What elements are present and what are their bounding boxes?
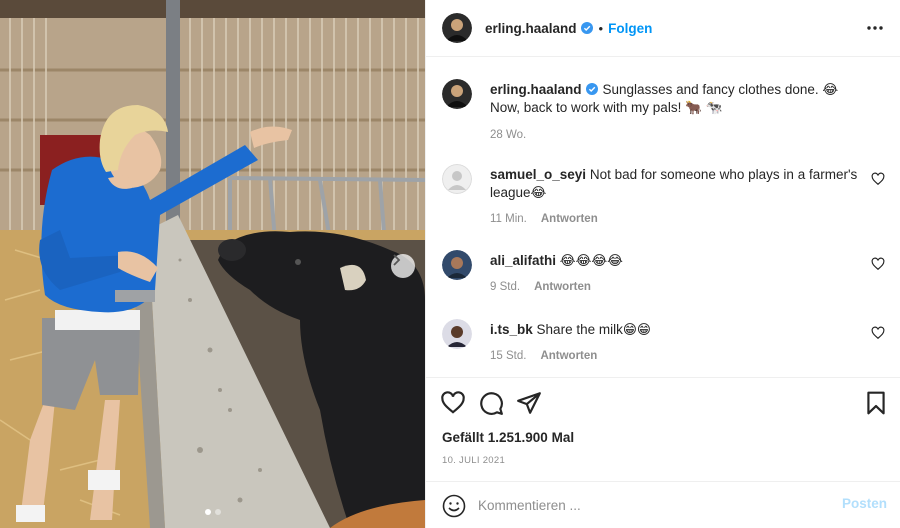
post-comment-button[interactable]: Posten	[842, 496, 887, 511]
comment-time[interactable]: 15 Std.	[490, 350, 526, 362]
comments-section[interactable]: erling.haaland Sunglasses and fancy cloth…	[426, 57, 900, 377]
reply-button[interactable]: Antworten	[534, 281, 591, 293]
comment-username[interactable]: ali_alifathi	[490, 253, 556, 268]
carousel-dot	[214, 509, 221, 515]
comment-username[interactable]: samuel_o_seyi	[490, 167, 586, 182]
comment-item: i.ts_bk Share the milk😁😁 15 Std. Antwort…	[442, 319, 885, 369]
comment-icon[interactable]	[478, 390, 504, 416]
post-header: erling.haaland • Folgen	[426, 0, 900, 57]
author-username[interactable]: erling.haaland	[485, 21, 577, 36]
follow-button[interactable]: Folgen	[608, 21, 652, 36]
likes-count[interactable]: Gefällt 1.251.900 Mal	[442, 430, 574, 445]
more-options-button[interactable]	[865, 18, 885, 38]
comment-input[interactable]	[478, 495, 818, 515]
carousel-indicator	[0, 509, 425, 515]
post-photo	[0, 0, 425, 528]
carousel-next-button[interactable]	[391, 254, 415, 278]
emoji-icon[interactable]	[442, 494, 466, 518]
verified-badge-icon	[580, 22, 593, 34]
bookmark-icon[interactable]	[863, 390, 889, 416]
carousel-dot-active	[204, 509, 211, 515]
commenter-avatar[interactable]	[442, 164, 472, 194]
comment-time[interactable]: 9 Std.	[490, 281, 520, 293]
heart-icon[interactable]	[440, 390, 466, 416]
heart-icon[interactable]	[871, 326, 885, 340]
commenter-avatar[interactable]	[442, 319, 472, 349]
author-avatar[interactable]	[442, 13, 472, 43]
comment-time[interactable]: 11 Min.	[490, 213, 527, 225]
heart-icon[interactable]	[871, 257, 885, 271]
verified-badge-icon	[585, 83, 598, 95]
author-avatar[interactable]	[442, 79, 472, 109]
reply-button[interactable]: Antworten	[541, 213, 598, 225]
heart-icon[interactable]	[871, 172, 885, 186]
reply-button[interactable]: Antworten	[540, 350, 597, 362]
post-date: 10. JULI 2021	[442, 455, 506, 466]
comment-text: 😂😂😂😂	[559, 253, 623, 268]
header-separator: •	[598, 20, 604, 36]
comment-composer: Posten	[426, 481, 900, 528]
more-icon	[867, 26, 883, 30]
caption-time[interactable]: 28 Wo.	[490, 129, 526, 141]
post-panel: erling.haaland • Folgen erling.haaland S…	[425, 0, 900, 528]
chevron-right-icon	[393, 254, 401, 266]
comment-item: samuel_o_seyi Not bad for someone who pl…	[442, 164, 885, 234]
caption-username[interactable]: erling.haaland	[490, 82, 582, 97]
caption: erling.haaland Sunglasses and fancy cloth…	[442, 79, 885, 149]
comment-item: ali_alifathi 😂😂😂😂 9 Std. Antworten	[442, 250, 885, 300]
post-actions: Gefällt 1.251.900 Mal 10. JULI 2021	[426, 377, 900, 481]
comment-username[interactable]: i.ts_bk	[490, 322, 533, 337]
commenter-avatar[interactable]	[442, 250, 472, 280]
share-icon[interactable]	[516, 390, 542, 416]
post-media[interactable]	[0, 0, 425, 528]
comment-text: Share the milk😁😁	[536, 322, 651, 337]
